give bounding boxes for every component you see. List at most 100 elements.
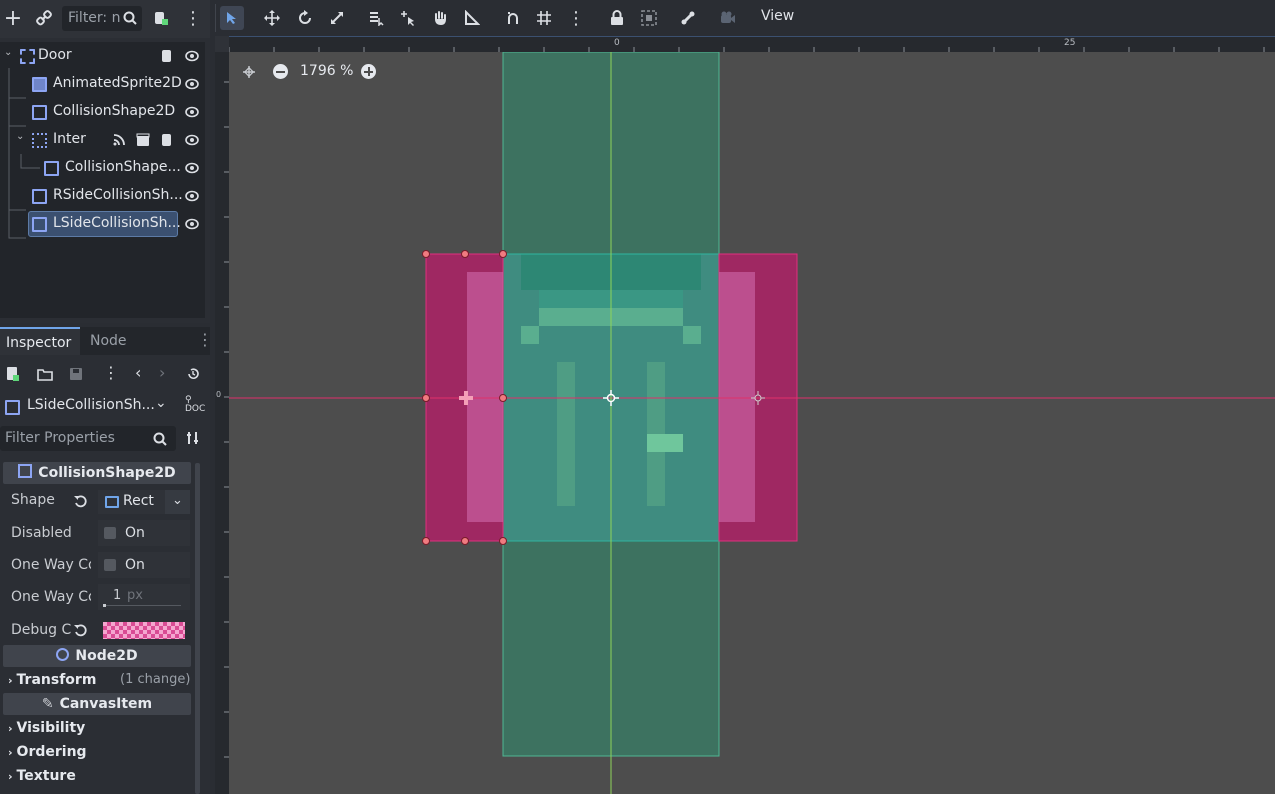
visibility-eye-icon[interactable] (185, 77, 199, 91)
section-canvasitem[interactable]: ✎ CanvasItem (3, 693, 191, 715)
ruler-mode-button[interactable] (460, 6, 484, 30)
doc-icon[interactable]: ⚲ DOC (185, 396, 205, 414)
tree-item-label: CollisionShape... (65, 159, 181, 175)
tree-item-door[interactable]: ⌄ Door (0, 42, 205, 70)
script-icon[interactable] (160, 133, 174, 147)
slider-grabber[interactable] (103, 604, 106, 607)
one-way-collision-value: On (125, 557, 145, 573)
skeleton-button[interactable] (676, 6, 700, 30)
shape-resource-picker[interactable]: Rect ⌄ (98, 490, 190, 514)
one-way-collision-checkbox[interactable]: On (98, 552, 190, 578)
snap-options-button[interactable]: ⋮ (564, 6, 588, 30)
visibility-eye-icon[interactable] (185, 133, 199, 147)
disabled-value: On (125, 525, 145, 541)
group-label: Ordering (16, 744, 87, 760)
attach-script-button[interactable] (149, 6, 173, 30)
camera-override-button[interactable] (716, 6, 740, 30)
dock-menu-button[interactable]: ⋮ (197, 330, 213, 349)
visibility-eye-icon[interactable] (185, 49, 199, 63)
visibility-eye-icon[interactable] (185, 161, 199, 175)
ruler-ticks (228, 47, 1265, 53)
smart-snap-button[interactable] (501, 6, 525, 30)
view-menu[interactable]: View (761, 8, 794, 24)
section-collisionshape2d[interactable]: CollisionShape2D (3, 462, 191, 484)
signal-icon[interactable] (112, 133, 126, 147)
visibility-eye-icon[interactable] (185, 189, 199, 203)
debug-color-swatch[interactable] (103, 622, 185, 639)
tab-inspector[interactable]: Inspector (0, 327, 80, 355)
grid-snap-button[interactable] (532, 6, 556, 30)
visibility-eye-icon[interactable] (185, 105, 199, 119)
inspector-scrollbar[interactable] (195, 463, 200, 794)
script-icon[interactable] (160, 49, 174, 63)
one-way-margin-unit: px (127, 588, 143, 603)
group-texture[interactable]: › Texture (8, 768, 76, 784)
filter-placeholder: Filter: n (68, 10, 121, 26)
search-icon (118, 6, 142, 30)
section-node2d[interactable]: Node2D (3, 645, 191, 667)
tree-item-inter-collisionshape[interactable]: CollisionShape... (0, 154, 205, 182)
history-icon[interactable] (186, 367, 200, 381)
minus-icon (276, 70, 285, 73)
folder-open-icon[interactable] (37, 367, 53, 381)
inspector-toolbar: ⋮ ‹ › (0, 360, 210, 388)
rotate-icon (299, 10, 311, 24)
tab-node[interactable]: Node (84, 327, 133, 355)
pan-mode-button[interactable] (428, 6, 452, 30)
ruler-ticks (224, 81, 229, 758)
tree-item-label: AnimatedSprite2D (53, 75, 182, 91)
slider-track (103, 605, 181, 606)
animated-sprite-icon (32, 77, 47, 92)
add-node-button[interactable]: + (1, 6, 25, 31)
group-button[interactable] (637, 6, 661, 30)
disabled-checkbox[interactable]: On (98, 520, 190, 546)
tree-item-label: CollisionShape2D (53, 103, 176, 119)
tree-item-collisionshape2d[interactable]: CollisionShape2D (0, 98, 205, 126)
save-icon[interactable] (69, 367, 83, 381)
link-icon (36, 10, 52, 26)
tree-item-label: RSideCollisionSh... (53, 187, 183, 203)
checkbox-box (104, 527, 116, 539)
chevron-down-icon[interactable]: ⌄ (155, 395, 167, 411)
search-icon (153, 432, 167, 446)
area2d-icon (32, 133, 47, 148)
group-icon[interactable] (136, 133, 150, 147)
new-resource-icon[interactable] (6, 366, 20, 382)
one-way-margin-slider[interactable]: 1 px (98, 584, 190, 610)
group-ordering[interactable]: › Ordering (8, 744, 87, 760)
move-mode-button[interactable] (260, 6, 284, 30)
object-selector[interactable]: LSideCollisionSh... ⌄ ⚲ DOC (0, 393, 210, 419)
tools-icon[interactable] (186, 431, 200, 445)
group-transform[interactable]: › Transform (8, 672, 96, 688)
chevron-down-icon[interactable]: ⌄ (4, 47, 12, 58)
filter-properties-input[interactable]: Filter Properties (0, 426, 176, 451)
snap-icon (508, 12, 518, 24)
scene-toolbar: + Filter: n ⋮ (0, 0, 210, 38)
chevron-down-icon[interactable]: ⌄ (165, 490, 190, 514)
chevron-down-icon[interactable]: ⌄ (16, 131, 24, 142)
tree-item-lsidecollision[interactable]: LSideCollisionSh... (0, 210, 205, 238)
revert-icon[interactable] (73, 494, 87, 508)
lock-button[interactable] (605, 6, 629, 30)
revert-icon[interactable] (73, 623, 87, 637)
history-back-icon[interactable]: ‹ (135, 363, 141, 382)
select-mode-button[interactable] (220, 6, 244, 30)
list-selectable-button[interactable] (364, 6, 388, 30)
visibility-eye-icon[interactable] (185, 217, 199, 231)
tree-item-rsidecollision[interactable]: RSideCollisionSh... (0, 182, 205, 210)
tree-item-inter[interactable]: ⌄ Inter (0, 126, 205, 154)
history-forward-icon[interactable]: › (159, 363, 165, 382)
scene-menu-button[interactable]: ⋮ (181, 6, 205, 30)
more-options-icon[interactable]: ⋮ (103, 363, 119, 382)
zoom-in-button[interactable] (361, 64, 376, 79)
zoom-level[interactable]: 1796 % (300, 63, 353, 79)
canvas-viewport[interactable] (229, 52, 1275, 794)
instance-scene-button[interactable] (32, 6, 56, 30)
zoom-out-button[interactable] (273, 64, 288, 79)
center-view-icon[interactable] (242, 65, 256, 79)
pivot-mode-button[interactable] (396, 6, 420, 30)
rotate-mode-button[interactable] (293, 6, 317, 30)
tree-item-animatedsprite2d[interactable]: AnimatedSprite2D (0, 70, 205, 98)
group-visibility[interactable]: › Visibility (8, 720, 85, 736)
scale-mode-button[interactable] (325, 6, 349, 30)
